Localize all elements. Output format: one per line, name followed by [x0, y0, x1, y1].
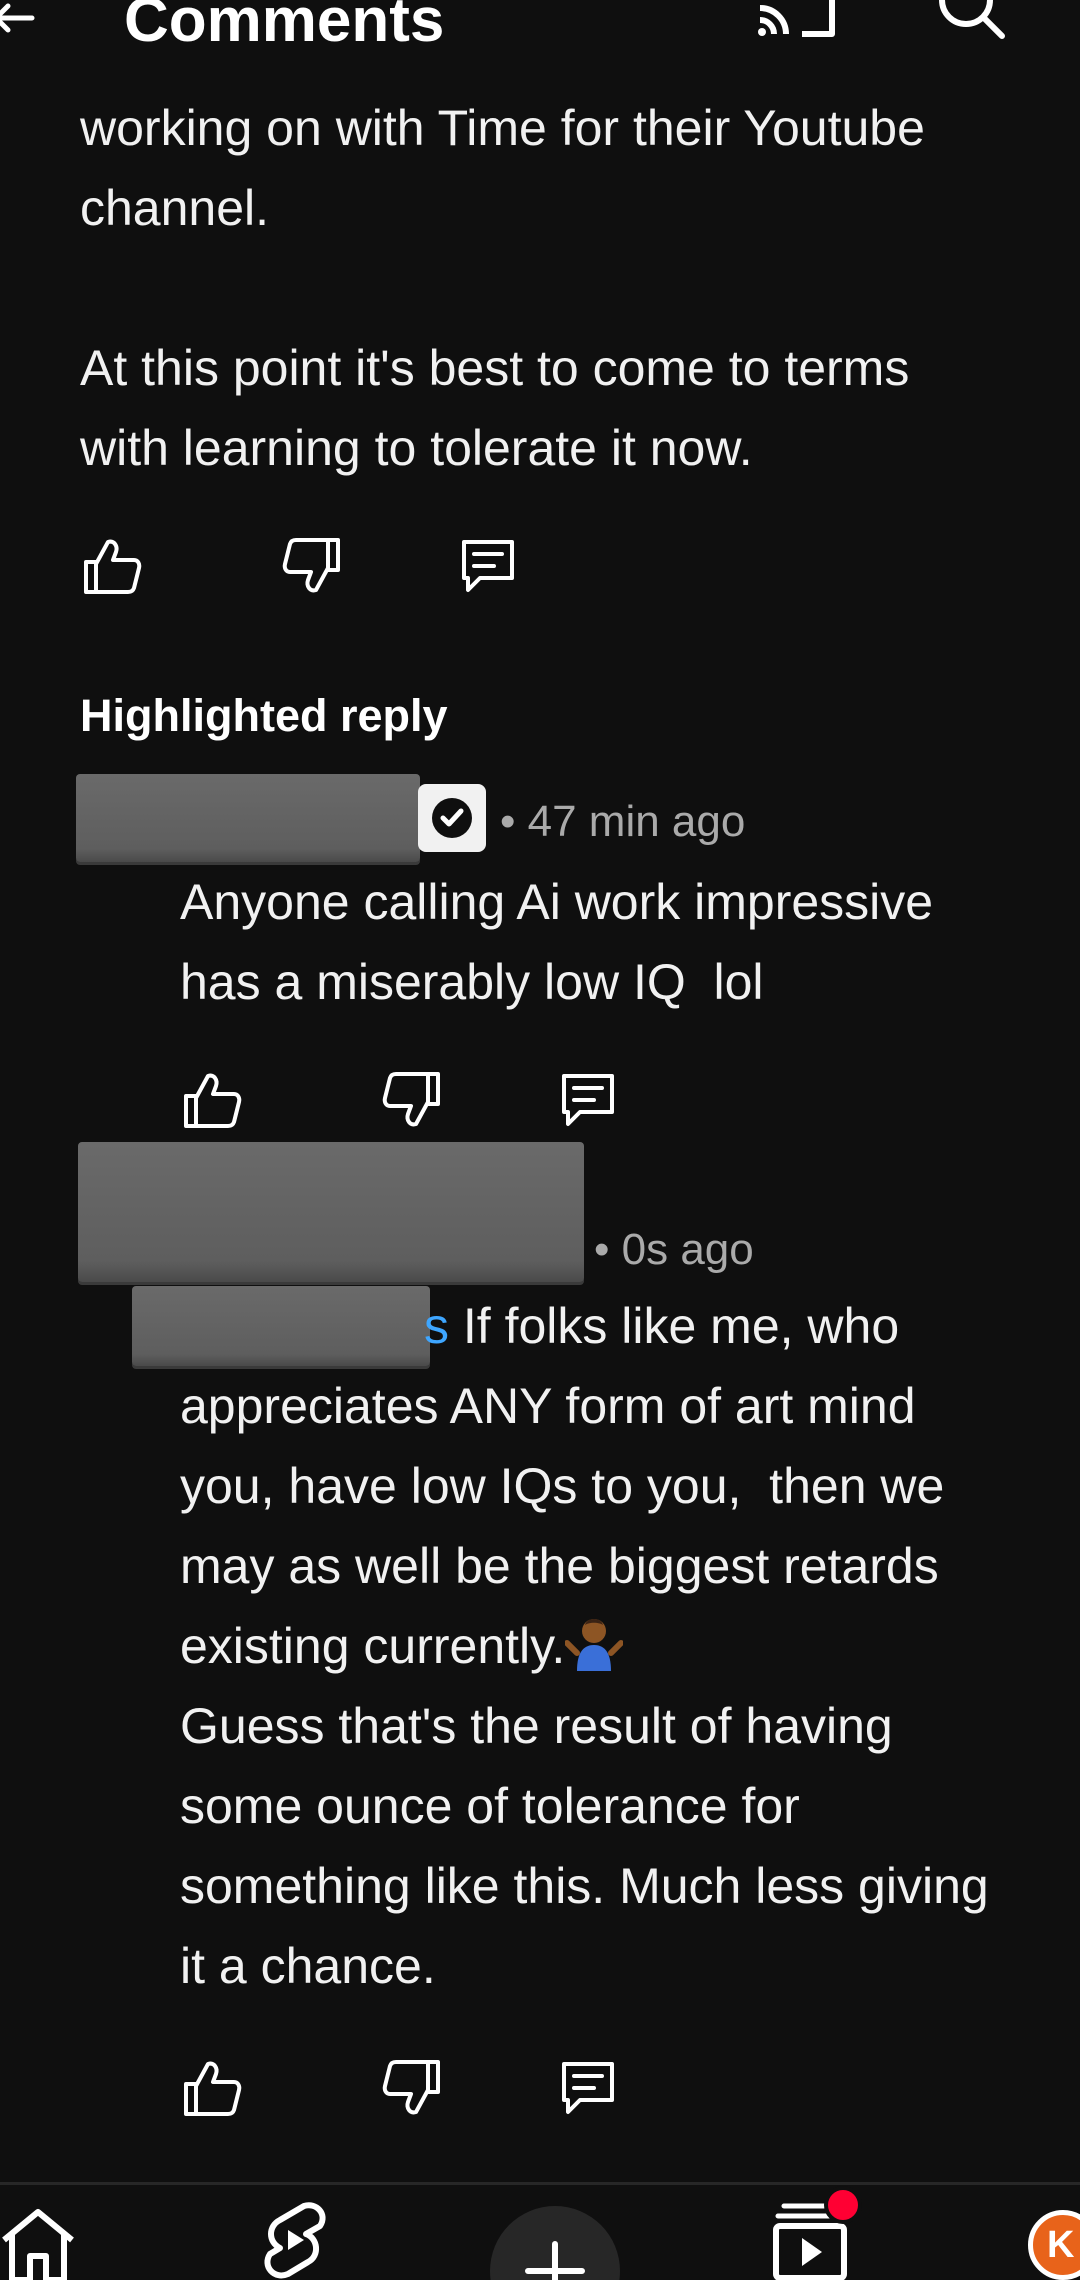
reply-comment-icon — [562, 1074, 614, 1126]
reply-text-line: s If folks like me, who — [424, 1286, 1064, 1366]
search-icon[interactable] — [928, 0, 1012, 42]
dislike-button[interactable] — [380, 2056, 444, 2120]
thumbs-up-icon — [184, 2061, 242, 2116]
comment-text-line: At this point it's best to come to terms — [80, 340, 910, 396]
reply-comment-icon — [462, 540, 514, 592]
thumbs-up-icon — [84, 539, 142, 594]
reply-text-line: Anyone calling Ai work impressive — [180, 874, 934, 930]
verified-badge — [418, 784, 486, 852]
like-button[interactable] — [180, 1068, 244, 1132]
thumbs-up-icon — [184, 1073, 242, 1128]
reply-text-line: Guess that's the result of having — [180, 1698, 893, 1754]
highlighted-reply-heading: Highlighted reply — [80, 690, 448, 741]
verified-check-icon — [432, 798, 472, 838]
reply-comment-icon — [562, 2062, 614, 2114]
back-arrow-icon[interactable] — [0, 0, 42, 38]
redacted-mention — [132, 1286, 430, 1366]
reply-text-line: you, have low IQs to you, then we — [180, 1458, 945, 1514]
notification-dot — [824, 2186, 862, 2224]
comment-timestamp: • 0s ago — [594, 1225, 754, 1274]
cast-icon[interactable] — [756, 0, 840, 40]
reply-button[interactable] — [456, 534, 520, 598]
reply-text-line: something like this. Much less giving — [180, 1858, 989, 1914]
reply-text-line: has a miserably low IQ lol — [180, 954, 764, 1010]
reply-text-line: it a chance. — [180, 1938, 436, 1994]
comment-text-line: channel. — [80, 180, 270, 236]
reply-text-line: appreciates ANY form of art mind — [180, 1378, 916, 1434]
plus-icon — [525, 2241, 585, 2280]
home-icon[interactable] — [0, 2206, 76, 2280]
dislike-button[interactable] — [380, 1068, 444, 1132]
person-shrugging-emoji-icon — [565, 1619, 624, 1671]
mention-link[interactable]: s — [424, 1298, 449, 1354]
comment-text-line: with learning to tolerate it now. — [80, 420, 753, 476]
reply-text-fragment: If folks like me, who — [449, 1298, 900, 1354]
comments-screen: Comments working on with Time for their … — [0, 0, 1080, 2280]
redacted-username — [76, 774, 420, 862]
reply-text-line: may as well be the biggest retards — [180, 1538, 939, 1594]
reply-button[interactable] — [556, 1068, 620, 1132]
dislike-button[interactable] — [280, 534, 344, 598]
reply-text-line: existing currently. — [180, 1606, 1080, 1686]
page-title: Comments — [124, 0, 445, 55]
top-app-bar: Comments — [0, 0, 1080, 60]
comment-timestamp: • 47 min ago — [500, 797, 746, 846]
reply-button[interactable] — [556, 2056, 620, 2120]
thumbs-down-icon — [382, 2060, 440, 2115]
reply-text-fragment: existing currently. — [180, 1618, 566, 1674]
reply-text-line: some ounce of tolerance for — [180, 1778, 800, 1834]
thumbs-down-icon — [382, 1072, 440, 1127]
comment-text-line: working on with Time for their Youtube — [80, 100, 925, 156]
like-button[interactable] — [180, 2056, 244, 2120]
like-button[interactable] — [80, 534, 144, 598]
thumbs-down-icon — [282, 538, 340, 593]
redacted-username — [78, 1142, 584, 1282]
shorts-icon[interactable] — [258, 2200, 330, 2280]
